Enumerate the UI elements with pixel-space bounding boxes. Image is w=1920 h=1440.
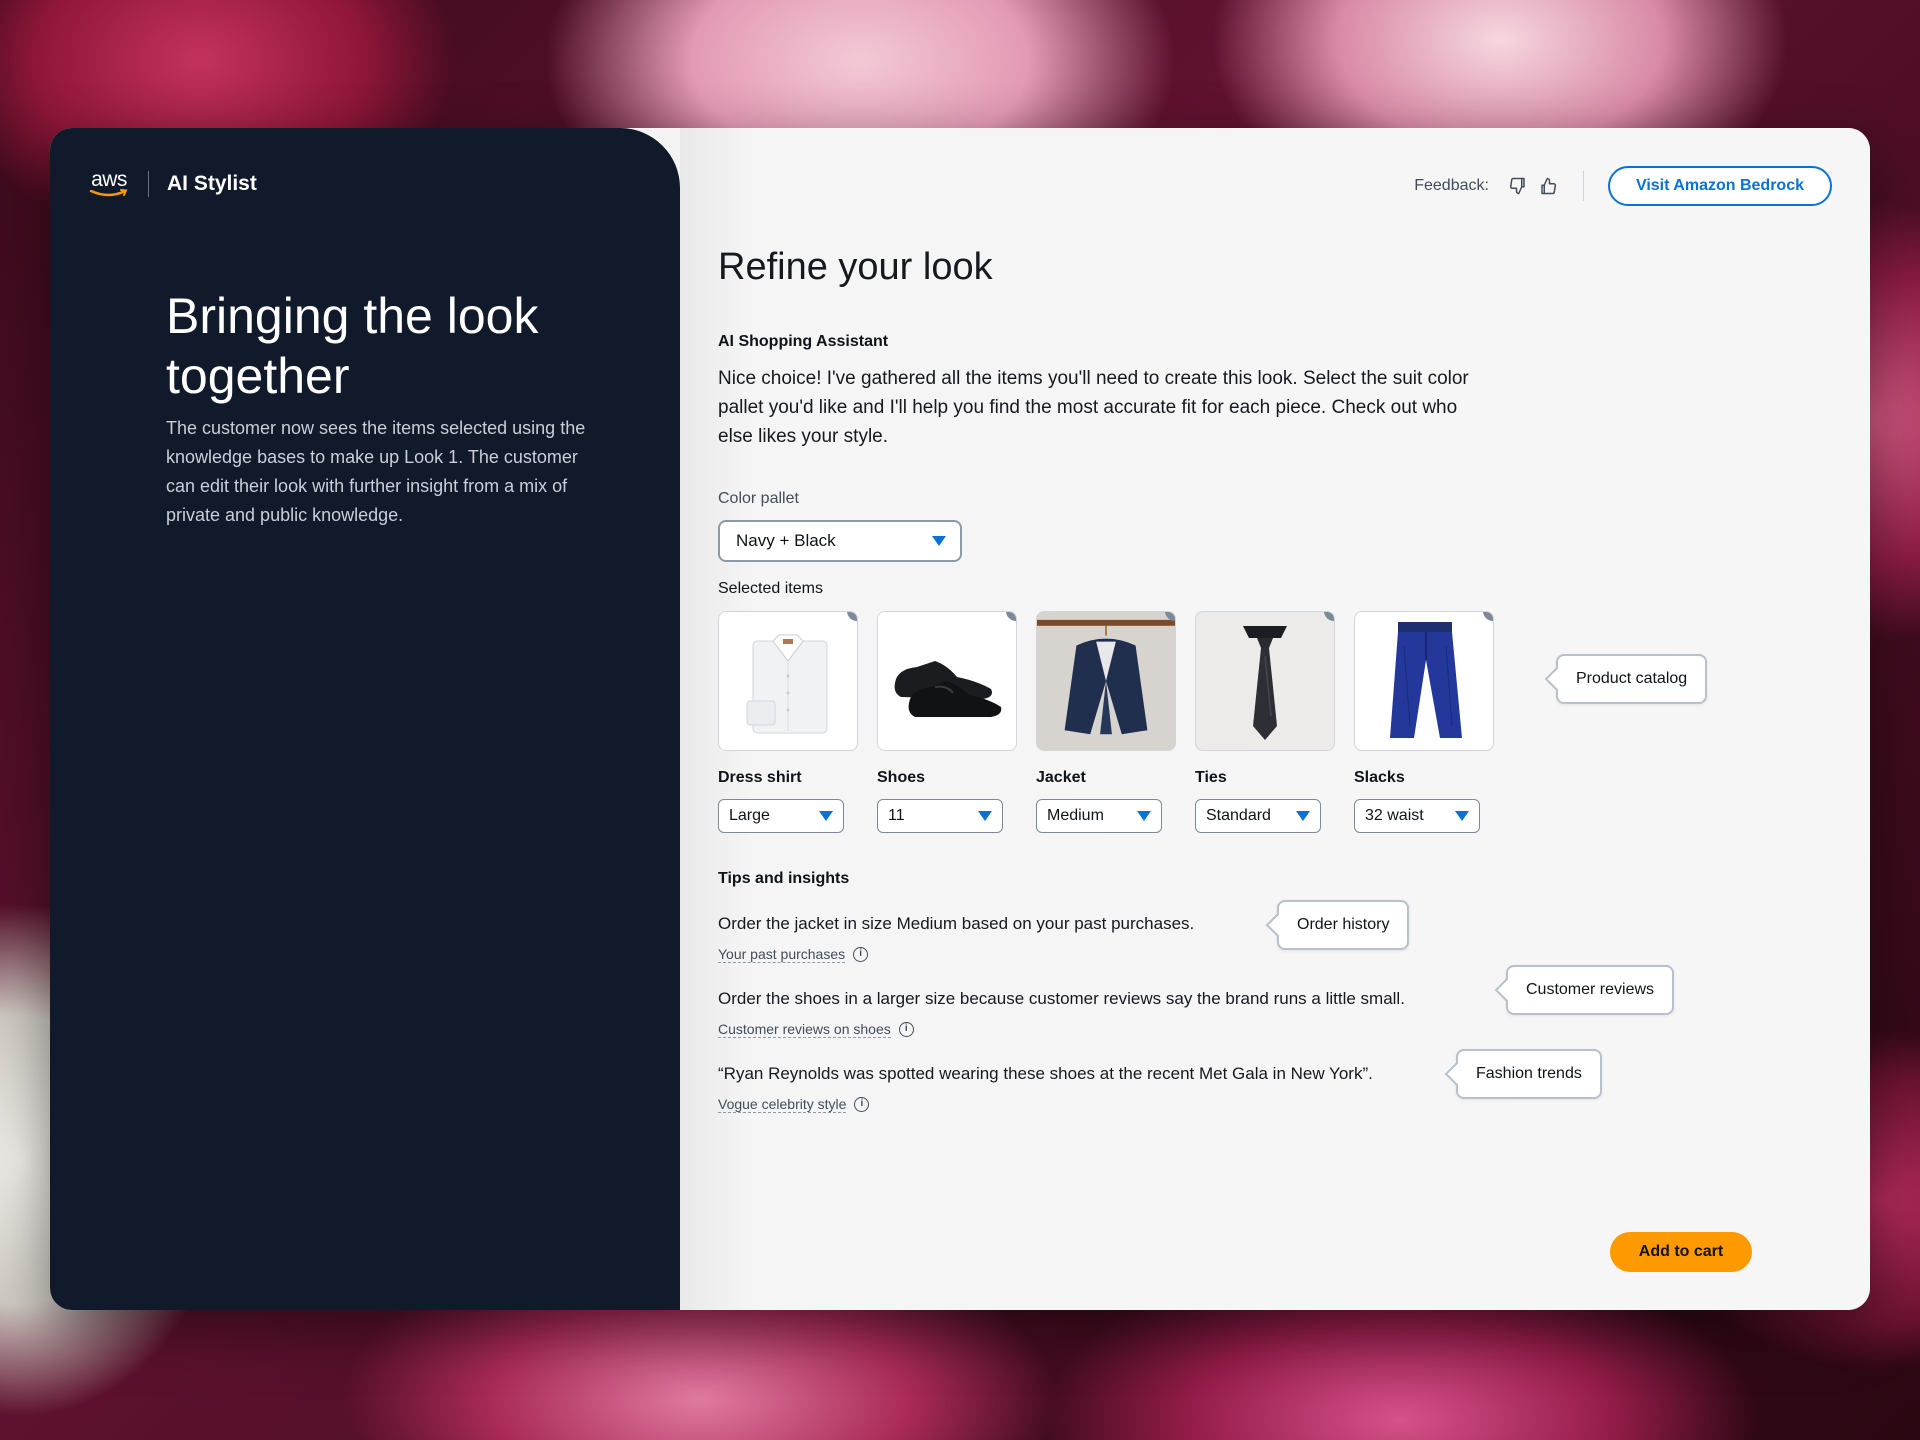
- add-to-cart-button[interactable]: Add to cart: [1610, 1232, 1752, 1272]
- item-name: Shoes: [877, 769, 926, 786]
- assistant-label: AI Shopping Assistant: [718, 333, 889, 350]
- black-tie-icon: [1243, 626, 1287, 740]
- size-select[interactable]: Medium: [1036, 799, 1162, 833]
- left-panel: aws AI Stylist Bringing the look togethe…: [50, 128, 680, 1310]
- tip-text: Order the shoes in a larger size because…: [718, 989, 1405, 1008]
- size-value: Standard: [1206, 807, 1271, 824]
- navy-slacks-icon: [1390, 622, 1462, 738]
- thumbs-up-button[interactable]: [1533, 171, 1563, 201]
- item-name: Slacks: [1354, 769, 1405, 786]
- callout-customer-reviews: Customer reviews: [1506, 965, 1675, 1015]
- remove-item-button[interactable]: ×: [1483, 612, 1493, 621]
- oxford-shoes-icon: [894, 661, 1002, 717]
- aws-smile-icon: [89, 189, 128, 197]
- remove-item-button[interactable]: ×: [1006, 612, 1016, 621]
- size-select[interactable]: 32 waist: [1354, 799, 1480, 833]
- item-name: Dress shirt: [718, 769, 802, 786]
- hero-description: The customer now sees the items selected…: [166, 418, 586, 525]
- tips-title: Tips and insights: [718, 870, 850, 887]
- right-panel: Feedback: Visit Amazon Bedrock Refine yo…: [680, 128, 1870, 1310]
- size-value: Large: [729, 807, 770, 824]
- callout-fashion-trends: Fashion trends: [1456, 1049, 1602, 1099]
- item-shoes: × Shoes 11: [877, 611, 1017, 833]
- thumbs-down-icon: [1509, 177, 1525, 195]
- info-icon[interactable]: i: [898, 1022, 914, 1037]
- tip-text: Order the jacket in size Medium based on…: [718, 914, 1195, 933]
- tip-source-link[interactable]: Vogue celebrity style: [718, 1096, 847, 1113]
- remove-item-button[interactable]: ×: [847, 612, 857, 621]
- visit-bedrock-button[interactable]: Visit Amazon Bedrock: [1607, 166, 1832, 206]
- product-name: AI Stylist: [167, 172, 257, 195]
- selected-items-label: Selected items: [718, 580, 823, 597]
- item-ties: × Ties Standard: [1195, 611, 1335, 833]
- item-dress-shirt: × Dress shirt Large: [718, 611, 858, 833]
- topbar-divider: [1582, 171, 1584, 201]
- tip-source-link[interactable]: Your past purchases: [718, 946, 846, 963]
- size-value: 32 waist: [1365, 807, 1424, 824]
- jacket-image[interactable]: ×: [1036, 611, 1176, 751]
- item-name: Jacket: [1036, 769, 1086, 786]
- remove-item-button[interactable]: ×: [1324, 612, 1334, 621]
- tip-source[interactable]: Customer reviews on shoes i: [718, 1021, 914, 1038]
- main-card: aws AI Stylist Bringing the look togethe…: [50, 128, 1870, 1310]
- shoes-image[interactable]: ×: [877, 611, 1017, 751]
- caret-down-icon: [932, 536, 946, 546]
- callout-order-history: Order history: [1277, 900, 1410, 950]
- tip-source-link[interactable]: Customer reviews on shoes: [718, 1021, 891, 1038]
- tip-text: “Ryan Reynolds was spotted wearing these…: [718, 1064, 1373, 1083]
- size-value: 11: [888, 807, 905, 824]
- topbar: Feedback: Visit Amazon Bedrock: [1414, 166, 1832, 206]
- size-value: Medium: [1047, 807, 1104, 824]
- brand-header: aws AI Stylist: [88, 168, 257, 198]
- item-slacks: × Slacks 32 waist: [1354, 611, 1494, 833]
- size-select[interactable]: Large: [718, 799, 844, 833]
- caret-down-icon: [978, 811, 992, 821]
- caret-down-icon: [1455, 811, 1469, 821]
- hero-title: Bringing the look together: [166, 288, 539, 404]
- tip-source[interactable]: Vogue celebrity style i: [718, 1096, 870, 1113]
- feedback-label: Feedback:: [1414, 177, 1489, 194]
- thumbs-up-icon: [1541, 177, 1556, 195]
- tip-source[interactable]: Your past purchases i: [718, 946, 869, 963]
- color-pallet-label: Color pallet: [718, 490, 799, 507]
- assistant-message: Nice choice! I've gathered all the items…: [718, 368, 1469, 447]
- caret-down-icon: [1137, 811, 1151, 821]
- size-select[interactable]: Standard: [1195, 799, 1321, 833]
- dress-shirt-icon: [746, 634, 828, 734]
- aws-logo: aws: [88, 168, 130, 198]
- size-select[interactable]: 11: [877, 799, 1003, 833]
- tie-image[interactable]: ×: [1195, 611, 1335, 751]
- info-icon[interactable]: i: [853, 947, 869, 962]
- info-icon[interactable]: i: [854, 1097, 870, 1112]
- item-name: Ties: [1195, 769, 1227, 786]
- slacks-image[interactable]: ×: [1354, 611, 1494, 751]
- caret-down-icon: [1296, 811, 1310, 821]
- aws-logo-text: aws: [91, 168, 127, 191]
- item-jacket: × Jacket Medium: [1036, 611, 1176, 833]
- navy-jacket-icon: [1037, 619, 1175, 735]
- caret-down-icon: [819, 811, 833, 821]
- brand-divider: [148, 171, 149, 197]
- color-pallet-select[interactable]: Navy + Black: [718, 520, 962, 562]
- page-title: Refine your look: [718, 246, 993, 288]
- thumbs-down-button[interactable]: [1503, 171, 1533, 201]
- dress-shirt-image[interactable]: ×: [718, 611, 858, 751]
- color-pallet-value: Navy + Black: [736, 531, 836, 550]
- callout-product-catalog: Product catalog: [1556, 654, 1708, 704]
